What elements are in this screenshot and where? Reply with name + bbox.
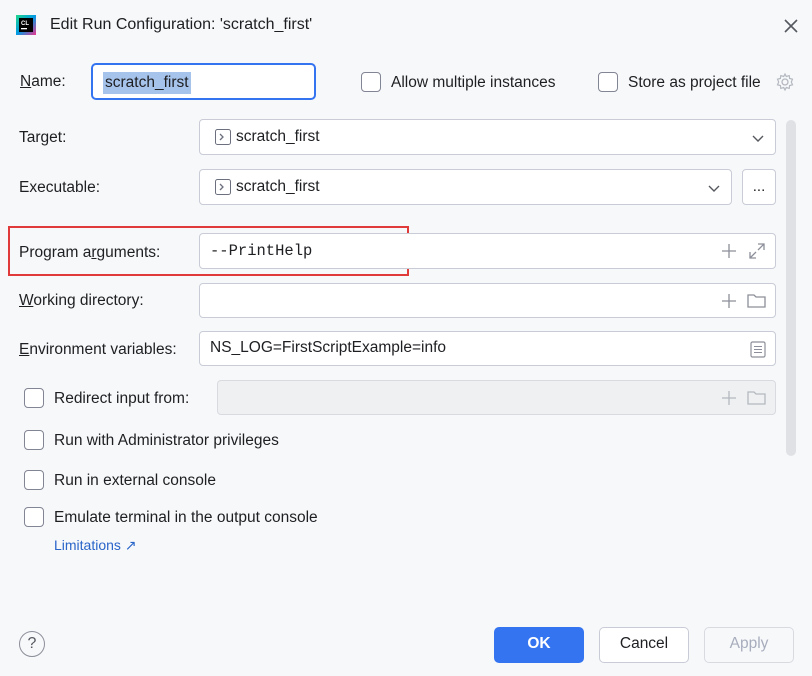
executable-label: Executable:: [19, 179, 100, 196]
emulate-terminal-checkbox[interactable]: [24, 507, 44, 527]
run-external-checkbox[interactable]: [24, 470, 44, 490]
terminal-icon: [215, 179, 231, 200]
plus-icon[interactable]: [721, 293, 737, 314]
emulate-terminal-label: Emulate terminal in the output console: [54, 509, 318, 526]
allow-multiple-label: Allow multiple instances: [391, 74, 556, 91]
gear-icon[interactable]: [775, 72, 795, 92]
working-directory-label: Working directory:: [19, 292, 144, 309]
target-dropdown[interactable]: scratch_first: [199, 119, 776, 155]
limitations-link[interactable]: Limitations ↗: [54, 537, 137, 554]
name-field[interactable]: scratch_first: [91, 63, 316, 100]
chevron-down-icon: [751, 131, 765, 150]
folder-icon: [747, 389, 766, 411]
run-admin-checkbox[interactable]: [24, 430, 44, 450]
run-admin-label: Run with Administrator privileges: [54, 432, 279, 449]
target-value: scratch_first: [236, 128, 320, 145]
environment-variables-value: NS_LOG=FirstScriptExample=info: [210, 339, 447, 356]
plus-icon: [721, 390, 737, 411]
redirect-input-field: [217, 380, 776, 415]
browse-executable-button[interactable]: ...: [742, 169, 776, 205]
svg-text:CL: CL: [21, 21, 29, 27]
environment-variables-label: Environment variables:: [19, 341, 177, 358]
clion-logo-icon: CL: [16, 15, 36, 35]
chevron-down-icon: [707, 181, 721, 200]
program-arguments-field[interactable]: --PrintHelp: [199, 233, 776, 269]
store-project-checkbox[interactable]: [598, 72, 618, 92]
program-arguments-value: --PrintHelp: [210, 242, 313, 260]
store-project-label: Store as project file: [628, 74, 761, 91]
window-title: Edit Run Configuration: 'scratch_first': [50, 16, 313, 33]
document-icon[interactable]: [750, 341, 766, 363]
name-value: scratch_first: [103, 72, 191, 94]
redirect-input-checkbox[interactable]: [24, 388, 44, 408]
target-label: Target:: [19, 129, 67, 146]
close-icon[interactable]: [781, 16, 801, 36]
name-label: Name:: [20, 73, 66, 90]
run-external-label: Run in external console: [54, 472, 216, 489]
scrollbar[interactable]: [786, 120, 796, 456]
executable-value: scratch_first: [236, 178, 320, 195]
environment-variables-field[interactable]: NS_LOG=FirstScriptExample=info: [199, 331, 776, 366]
allow-multiple-checkbox[interactable]: [361, 72, 381, 92]
executable-dropdown[interactable]: scratch_first: [199, 169, 732, 205]
working-directory-field[interactable]: [199, 283, 776, 318]
plus-icon[interactable]: [721, 243, 737, 264]
cancel-button[interactable]: Cancel: [599, 627, 689, 663]
redirect-input-label: Redirect input from:: [54, 390, 190, 407]
terminal-icon: [215, 129, 231, 150]
expand-icon[interactable]: [748, 242, 766, 265]
program-arguments-label: Program arguments:: [19, 244, 161, 261]
ok-button[interactable]: OK: [494, 627, 584, 663]
help-icon[interactable]: ?: [19, 631, 45, 657]
apply-button[interactable]: Apply: [704, 627, 794, 663]
folder-icon[interactable]: [747, 292, 766, 314]
